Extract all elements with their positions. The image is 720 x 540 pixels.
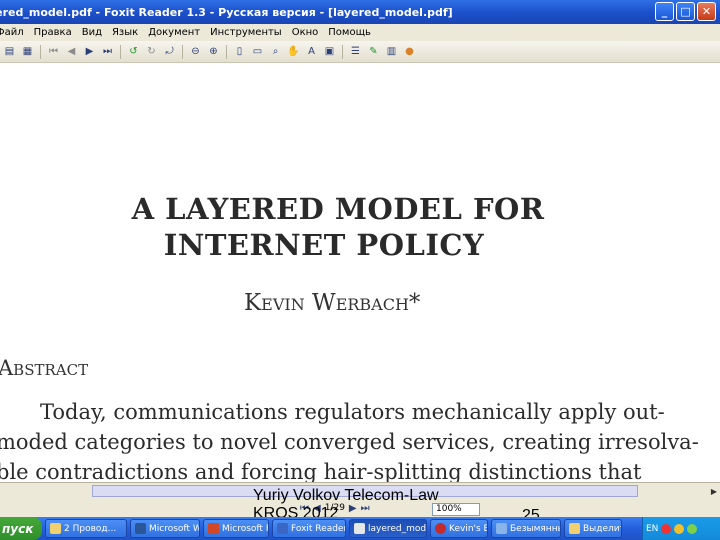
snapshot-icon[interactable]: ▣ [322, 44, 337, 59]
rotate-icon[interactable]: ⤾ [162, 44, 177, 59]
taskbar-item[interactable]: Foxit Reader... [272, 519, 346, 538]
toolbar-separator [342, 44, 343, 59]
abstract-heading: Abstract [0, 356, 89, 380]
menu-view[interactable]: Вид [77, 27, 107, 38]
close-button[interactable]: ✕ [697, 2, 716, 21]
save-icon[interactable]: ▤ [2, 44, 17, 59]
taskbar: пуск 2 Провод... Microsoft Word Microsof… [0, 517, 720, 540]
abstract-line: ble contradictions and forcing hair-spli… [0, 460, 642, 482]
menu-tools[interactable]: Инструменты [205, 27, 287, 38]
folder-icon [50, 523, 61, 534]
taskbar-item[interactable]: Microsoft Word [130, 519, 200, 538]
browser-icon [435, 523, 446, 534]
start-button[interactable]: пуск [0, 517, 42, 540]
go-back-icon[interactable]: ↺ [126, 44, 141, 59]
hand-tool-icon[interactable]: ✋ [286, 44, 301, 59]
taskbar-item[interactable]: 2 Провод... [45, 519, 127, 538]
menu-document[interactable]: Документ [143, 27, 205, 38]
toolbar: ▤ ▦ ⏮ ◀ ▶ ⏭ ↺ ↻ ⤾ ⊖ ⊕ ▯ ▭ ⌕ ✋ A ▣ ☰ ✎ ▥ … [0, 41, 720, 63]
prev-page-icon[interactable]: ◀ [64, 44, 79, 59]
menu-help[interactable]: Помощь [323, 27, 376, 38]
single-page-icon[interactable]: ▯ [232, 44, 247, 59]
paper-author: Kevin Werbach* [244, 290, 421, 316]
maximize-button[interactable]: □ [676, 2, 695, 21]
taskbar-item[interactable]: Kevin's Bl... [430, 519, 488, 538]
menu-edit[interactable]: Правка [29, 27, 77, 38]
scroll-right-icon[interactable]: ▶ [708, 485, 720, 497]
bookmark-icon[interactable]: ☰ [348, 44, 363, 59]
continuous-page-icon[interactable]: ▭ [250, 44, 265, 59]
menu-file[interactable]: Файл [0, 27, 29, 38]
taskbar-item[interactable]: Microsoft Po... [203, 519, 269, 538]
annotation-icon[interactable]: ✎ [366, 44, 381, 59]
word-icon [135, 523, 146, 534]
foxit-icon [277, 523, 288, 534]
system-tray: EN [642, 517, 720, 540]
first-page-icon[interactable]: ⏮ [46, 44, 61, 59]
menu-language[interactable]: Язык [107, 27, 143, 38]
minimize-button[interactable]: _ [655, 2, 674, 21]
window-icon [569, 523, 580, 534]
toolbar-separator [226, 44, 227, 59]
layout-icon[interactable]: ▥ [384, 44, 399, 59]
toolbar-separator [120, 44, 121, 59]
volume-icon[interactable] [687, 523, 698, 534]
paint-icon [496, 523, 507, 534]
menu-bar: Файл Правка Вид Язык Документ Инструмент… [0, 24, 720, 41]
abstract-line: moded categories to novel converged serv… [0, 430, 699, 454]
toolbar-separator [40, 44, 41, 59]
taskbar-item[interactable]: layered_mod... [349, 519, 427, 538]
taskbar-item[interactable]: Безымянный... [491, 519, 561, 538]
paper-title-line-1: A LAYERED MODEL FOR [131, 192, 545, 226]
document-view[interactable]: A LAYERED MODEL FOR INTERNET POLICY Kevi… [0, 64, 720, 482]
find-icon[interactable]: ⌕ [268, 44, 283, 59]
text-select-icon[interactable]: A [304, 44, 319, 59]
antivirus-icon[interactable] [661, 523, 672, 534]
title-bar: yered_model.pdf - Foxit Reader 1.3 - Рус… [0, 0, 720, 24]
language-indicator[interactable]: EN [646, 524, 658, 534]
window-title: yered_model.pdf - Foxit Reader 1.3 - Рус… [0, 5, 453, 19]
taskbar-item[interactable]: Выделить... [564, 519, 622, 538]
help-icon[interactable]: ● [402, 44, 417, 59]
next-page-icon[interactable]: ▶ [82, 44, 97, 59]
last-page-icon[interactable]: ⏭ [100, 44, 115, 59]
paper-title-line-2: INTERNET POLICY [163, 228, 485, 262]
zoom-in-icon[interactable]: ⊕ [206, 44, 221, 59]
network-icon[interactable] [674, 523, 685, 534]
abstract-line: Today, communications regulators mechani… [40, 400, 665, 424]
go-forward-icon[interactable]: ↻ [144, 44, 159, 59]
zoom-out-icon[interactable]: ⊖ [188, 44, 203, 59]
print-icon[interactable]: ▦ [20, 44, 35, 59]
toolbar-separator [182, 44, 183, 59]
window-controls: _ □ ✕ [655, 2, 716, 21]
powerpoint-icon [208, 523, 219, 534]
menu-window[interactable]: Окно [287, 27, 324, 38]
pdf-icon [354, 523, 365, 534]
